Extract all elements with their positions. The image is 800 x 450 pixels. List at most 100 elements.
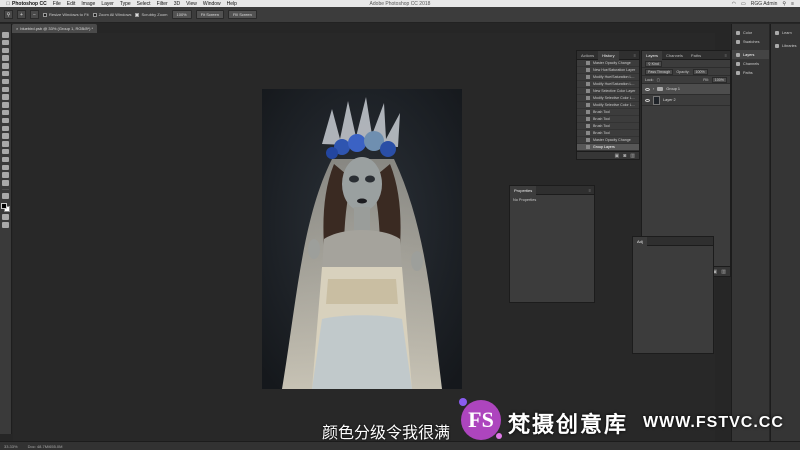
dock-swatches[interactable]: Swatches <box>732 37 769 46</box>
menu-layer[interactable]: Layer <box>101 1 114 7</box>
zoom-100-button[interactable]: 100% <box>171 10 192 19</box>
blend-mode-select[interactable]: Pass Through <box>645 68 674 75</box>
history-item[interactable]: Modify Hue/Saturation L... <box>577 74 639 81</box>
hand-tool-icon[interactable] <box>2 172 9 178</box>
marquee-tool-icon[interactable] <box>2 39 9 46</box>
tab-channels[interactable]: Channels <box>662 51 687 60</box>
menu-select[interactable]: Select <box>137 1 151 7</box>
dock-libraries[interactable]: Libraries <box>771 41 800 50</box>
menu-image[interactable]: Image <box>81 1 95 7</box>
visibility-eye-icon[interactable] <box>645 98 650 102</box>
menu-type[interactable]: Type <box>120 1 131 7</box>
fit-screen-button[interactable]: Fit Screen <box>195 10 224 19</box>
history-item-selected[interactable]: Group Layers <box>577 144 639 151</box>
tab-paths[interactable]: Paths <box>687 51 705 60</box>
layer-row-group[interactable]: › Group 1 <box>642 84 730 95</box>
more-tools-icon[interactable] <box>2 193 9 199</box>
eraser-tool-icon[interactable] <box>2 109 9 116</box>
zoom-tool-icon[interactable] <box>2 180 9 186</box>
tab-properties[interactable]: Properties <box>510 185 537 195</box>
move-tool-icon[interactable] <box>2 32 9 38</box>
gradient-tool-icon[interactable] <box>2 117 9 124</box>
shape-tool-icon[interactable] <box>2 164 9 171</box>
document-image[interactable] <box>262 89 462 389</box>
dock-learn[interactable]: Learn <box>771 28 800 37</box>
lasso-tool-icon[interactable] <box>2 47 9 54</box>
brush-tool-icon[interactable] <box>2 86 9 93</box>
visibility-eye-icon[interactable] <box>645 87 650 91</box>
menu-3d[interactable]: 3D <box>174 1 180 7</box>
healing-brush-tool-icon[interactable] <box>2 78 9 85</box>
tab-history[interactable]: History <box>598 50 619 60</box>
layer-name[interactable]: Group 1 <box>666 87 680 91</box>
history-item[interactable]: Master Opacity Change <box>577 137 639 144</box>
panel-menu-icon[interactable]: ≡ <box>725 53 727 58</box>
quick-mask-icon[interactable] <box>2 214 9 220</box>
search-icon[interactable]: ⚲ <box>782 1 786 7</box>
new-document-icon[interactable]: ▣ <box>615 153 620 159</box>
history-item[interactable]: New Selective Color Layer <box>577 88 639 95</box>
document-tab[interactable]: × bluebird.psb @ 33% (Group 1, RGB/8*) * <box>12 24 98 33</box>
quick-select-tool-icon[interactable] <box>2 55 9 61</box>
history-item[interactable]: Brush Tool <box>577 109 639 116</box>
color-swatches[interactable] <box>1 203 10 213</box>
user-name[interactable]: RGG Admin <box>751 1 778 7</box>
history-item[interactable]: Brush Tool <box>577 130 639 137</box>
foreground-color-swatch[interactable] <box>1 203 7 210</box>
layer-name[interactable]: Layer 2 <box>663 98 676 102</box>
history-item[interactable]: Modify Hue/Saturation L... <box>577 81 639 88</box>
tab-actions[interactable]: Actions <box>577 51 598 60</box>
wifi-icon[interactable]: ◠ <box>732 1 736 7</box>
tab-adjustments[interactable]: Adj <box>633 236 647 246</box>
menu-filter[interactable]: Filter <box>157 1 168 7</box>
dock-channels[interactable]: Channels <box>732 59 769 68</box>
clone-stamp-tool-icon[interactable] <box>2 94 9 100</box>
crop-tool-icon[interactable] <box>2 63 9 69</box>
resize-windows-checkbox[interactable]: Resize Windows to Fit <box>43 12 89 17</box>
lock-icon[interactable]: ▢ <box>657 78 660 82</box>
menu-window[interactable]: Window <box>203 1 221 7</box>
panel-menu-icon[interactable]: ≡ <box>634 53 636 58</box>
camera-icon[interactable]: ◙ <box>623 153 626 159</box>
layer-row[interactable]: Layer 2 <box>642 95 730 106</box>
menu-edit[interactable]: Edit <box>67 1 76 7</box>
eyedropper-tool-icon[interactable] <box>2 70 9 77</box>
opacity-input[interactable]: 100% <box>692 68 708 75</box>
menu-app-name[interactable]: Photoshop CC <box>12 1 47 7</box>
zoom-out-icon[interactable]: − <box>30 10 39 19</box>
chevron-right-icon[interactable]: › <box>653 87 654 91</box>
blur-tool-icon[interactable] <box>2 125 9 132</box>
trash-icon[interactable]: ▥ <box>721 269 726 275</box>
type-tool-icon[interactable] <box>2 148 9 155</box>
zoom-tool-icon[interactable]: ⚲ <box>4 10 13 19</box>
path-select-tool-icon[interactable] <box>2 156 9 163</box>
dock-layers[interactable]: Layers <box>732 50 769 59</box>
list-icon[interactable]: ≡ <box>791 1 794 7</box>
dock-color[interactable]: Color <box>732 28 769 37</box>
history-item[interactable]: Brush Tool <box>577 116 639 123</box>
history-item[interactable]: Modify Selective Color L... <box>577 95 639 102</box>
apple-icon[interactable]:  <box>4 1 12 7</box>
history-brush-tool-icon[interactable] <box>2 102 9 108</box>
menu-help[interactable]: Help <box>227 1 237 7</box>
close-icon[interactable]: × <box>16 26 18 31</box>
history-item[interactable]: Modify Selective Color L... <box>577 102 639 109</box>
menu-view[interactable]: View <box>186 1 197 7</box>
scrubby-zoom-checkbox[interactable]: Scrubby Zoom <box>135 12 168 17</box>
menu-file[interactable]: File <box>53 1 61 7</box>
trash-icon[interactable]: ▥ <box>630 153 635 159</box>
dodge-tool-icon[interactable] <box>2 133 9 139</box>
dock-paths[interactable]: Paths <box>732 68 769 77</box>
pen-tool-icon[interactable] <box>2 141 9 147</box>
history-item[interactable]: Master Opacity Change <box>577 60 639 67</box>
history-item[interactable]: Brush Tool <box>577 123 639 130</box>
zoom-level[interactable]: 33.33% <box>4 444 18 449</box>
zoom-in-icon[interactable]: + <box>17 10 26 19</box>
layer-kind-filter[interactable]: ⚲ Kind <box>645 60 662 67</box>
panel-menu-icon[interactable]: ≡ <box>589 188 591 193</box>
fill-screen-button[interactable]: Fill Screen <box>227 10 257 19</box>
zoom-all-checkbox[interactable]: Zoom All Windows <box>92 12 131 17</box>
tab-layers[interactable]: Layers <box>642 50 663 60</box>
screen-mode-icon[interactable] <box>2 222 9 228</box>
fill-input[interactable]: 100% <box>711 76 727 83</box>
